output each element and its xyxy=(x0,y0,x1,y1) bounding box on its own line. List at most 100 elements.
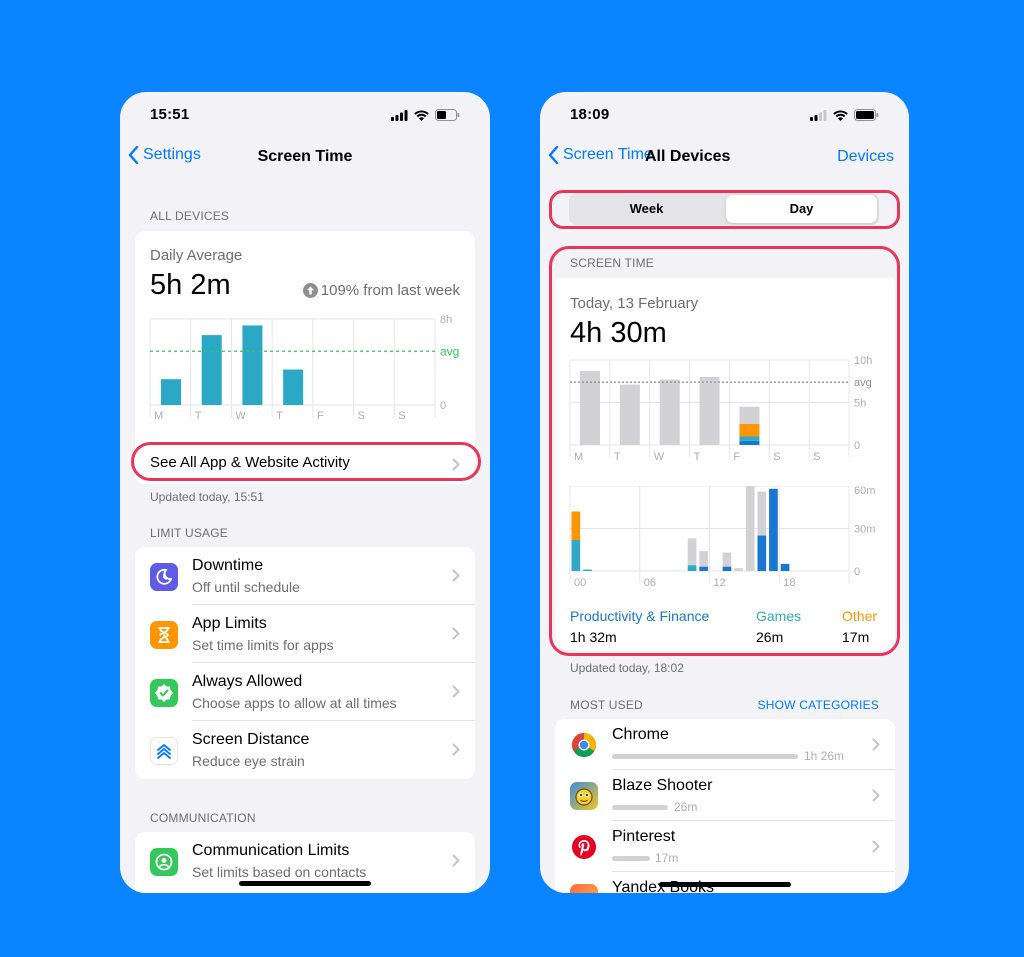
list-item-screen-distance[interactable]: Screen Distance Reduce eye strain xyxy=(135,721,475,779)
chevrons-up-icon xyxy=(150,737,178,765)
see-all-activity-link: See All App & Website Activity xyxy=(150,454,350,471)
back-button[interactable]: Screen Time xyxy=(548,146,653,164)
status-bar: 15:51 xyxy=(150,106,460,126)
chevron-right-icon xyxy=(452,685,460,698)
chevron-right-icon xyxy=(452,854,460,867)
category-name: Other xyxy=(842,608,878,624)
y-tick-label: 0 xyxy=(440,400,446,412)
category-value: 26m xyxy=(756,629,784,645)
usage-bar xyxy=(612,805,668,810)
y-tick-label: 60m xyxy=(854,486,875,497)
devices-button[interactable]: Devices xyxy=(837,148,894,166)
x-tick-label: 00 xyxy=(574,577,586,589)
category-productivity[interactable]: Productivity & Finance 1h 32m xyxy=(570,608,709,645)
updated-text: Updated today, 15:51 xyxy=(150,490,264,504)
y-tick-label: 0 xyxy=(854,440,860,452)
x-tick-label: T xyxy=(694,451,701,463)
chevron-right-icon xyxy=(872,789,880,802)
page-title: All Devices xyxy=(645,148,731,165)
x-tick-label: T xyxy=(276,410,283,422)
chevron-left-icon xyxy=(548,146,559,164)
category-value: 17m xyxy=(842,629,870,645)
list-item-always-allowed[interactable]: Always Allowed Choose apps to allow at a… xyxy=(135,663,475,721)
app-row-pinterest[interactable]: Pinterest 17m xyxy=(555,821,895,872)
screen-time-card: Today, 13 February 4h 30m M T W T F S Savg 10h 5… xyxy=(555,278,895,650)
x-tick-label: F xyxy=(317,410,324,422)
limit-usage-list: Downtime Off until schedule App Limits S… xyxy=(135,547,475,779)
person-circle-icon xyxy=(150,848,178,876)
segment-week[interactable]: Week xyxy=(571,195,722,223)
y-tick-label: 30m xyxy=(854,524,875,536)
status-bar: 18:09 xyxy=(570,106,879,126)
x-tick-label: S xyxy=(358,410,365,422)
chart-bar-segment xyxy=(757,535,767,571)
row-title: Always Allowed xyxy=(192,673,303,690)
summary-date: Today, 13 February xyxy=(570,295,699,312)
category-value: 1h 32m xyxy=(570,629,617,645)
category-other[interactable]: Other 17m xyxy=(842,608,877,645)
chart-bar xyxy=(242,325,263,405)
back-label: Screen Time xyxy=(563,146,653,163)
see-all-activity-row[interactable]: See All App & Website Activity xyxy=(135,444,475,484)
moon-clock-icon xyxy=(150,563,178,591)
chart-bar-segment xyxy=(699,566,708,571)
chart-bar-segment xyxy=(722,566,732,571)
usage-time: 17m xyxy=(655,851,679,865)
arrow-up-circle-icon xyxy=(302,283,318,298)
x-tick-label: M xyxy=(154,410,163,422)
show-categories-button[interactable]: SHOW CATEGORIES xyxy=(758,698,879,712)
app-row-blaze-shooter[interactable]: Blaze Shooter 26m xyxy=(555,770,895,821)
x-tick-label: S xyxy=(813,451,820,463)
battery-icon xyxy=(435,109,460,121)
most-used-list: Chrome 1h 26m Blaze Shooter 26m Pinteres… xyxy=(555,719,895,893)
row-title: Downtime xyxy=(192,557,264,574)
y-tick-label: 8h xyxy=(440,314,452,326)
chart-bar-segment xyxy=(571,511,581,540)
chart-bar xyxy=(734,568,743,571)
y-tick-label: 10h xyxy=(854,356,872,367)
x-tick-label: S xyxy=(773,451,780,463)
change-indicator: 109% from last week xyxy=(302,282,460,299)
chart-bar xyxy=(699,377,720,445)
usage-bar xyxy=(612,754,798,759)
period-segmented-control: Week Day xyxy=(569,193,879,225)
change-text: 109% from last week xyxy=(320,282,460,299)
chart-bar-segment xyxy=(583,569,592,571)
row-subtitle: Off until schedule xyxy=(192,579,300,595)
status-time: 15:51 xyxy=(150,106,190,123)
chevron-right-icon xyxy=(452,458,460,471)
navigation-bar: Settings Screen Time xyxy=(120,146,490,170)
usage-time: 1h 26m xyxy=(804,749,845,763)
app-name: Blaze Shooter xyxy=(612,777,713,794)
summary-value: 4h 30m xyxy=(570,317,667,349)
chevron-right-icon xyxy=(452,627,460,640)
list-item-app-limits[interactable]: App Limits Set time limits for apps xyxy=(135,605,475,663)
section-header-limit-usage: LIMIT USAGE xyxy=(150,526,228,540)
chrome-icon xyxy=(570,731,598,759)
average-label: avg xyxy=(854,377,872,389)
y-tick-label: 0 xyxy=(854,566,860,578)
phone-screen-right: 18:09 Screen Time All Devices Devices We… xyxy=(540,92,909,893)
row-subtitle: Set time limits for apps xyxy=(192,637,334,653)
x-tick-label: T xyxy=(195,410,202,422)
chart-bar xyxy=(745,486,755,571)
summary-label: Daily Average xyxy=(150,247,243,264)
category-name: Games xyxy=(756,608,802,624)
app-row-chrome[interactable]: Chrome 1h 26m xyxy=(555,719,895,770)
summary-value: 5h 2m xyxy=(150,269,231,301)
x-tick-label: 12 xyxy=(714,577,726,589)
chart-bar-segment xyxy=(769,488,778,571)
hourly-usage-chart: 00 06 12 18 60m 30m 0 xyxy=(569,486,875,589)
list-item-downtime[interactable]: Downtime Off until schedule xyxy=(135,547,475,605)
x-tick-label: 18 xyxy=(783,577,795,589)
chevron-right-icon xyxy=(872,840,880,853)
row-subtitle: Choose apps to allow at all times xyxy=(192,695,397,711)
x-tick-label: T xyxy=(614,451,621,463)
x-tick-label: F xyxy=(733,451,740,463)
home-indicator xyxy=(239,881,371,886)
row-subtitle: Set limits based on contacts xyxy=(192,864,367,880)
y-tick-label: 5h xyxy=(854,398,866,410)
section-header-all-devices: ALL DEVICES xyxy=(150,209,230,223)
category-games[interactable]: Games 26m xyxy=(756,608,801,645)
segment-day[interactable]: Day xyxy=(726,195,877,223)
